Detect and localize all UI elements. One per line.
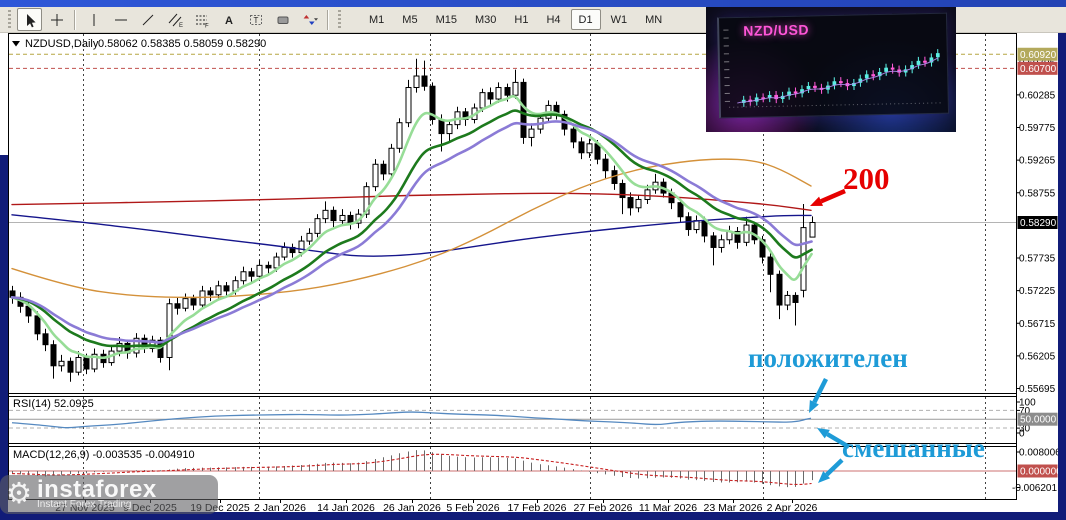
rsi-axis-label: 0 [1019,429,1025,440]
annotation-ma200: 200 [843,161,890,196]
label-icon: T [249,14,262,25]
shapes-tool-button[interactable] [270,8,295,31]
promo-inset-image: NZD/USD [706,7,956,132]
hline-icon [114,19,127,20]
price-axis-label: 0.59265 [1019,156,1056,167]
svg-text:T: T [253,16,258,25]
timeframe-M5-button[interactable]: M5 [394,9,425,30]
arrows-icon [303,14,318,25]
hline-tool-button[interactable] [108,8,133,31]
annotation-macd-mixed: смешанные [842,433,985,463]
macd-axis-label: -0.006201 [1012,483,1057,494]
timeframe-M1-button[interactable]: M1 [361,9,392,30]
price-badge: 0.60920 [1020,50,1057,61]
chart-ohlc-values: 0.58062 0.58385 0.58059 0.58290 [98,38,266,50]
price-axis-label: 0.57225 [1019,286,1056,297]
drawing-tools-toolbar: EFAT [3,8,346,31]
price-axis-label: 0.59775 [1019,123,1056,134]
macd-label: MACD(12,26,9) -0.003535 -0.004910 [13,449,195,461]
watermark: ⚙ instaforex Instant Forex Trading [0,475,218,514]
date-axis-label: 17 Feb 2026 [508,502,567,512]
channel-tool-button[interactable]: E [162,8,187,31]
timeframe-toolbar: M1 M5 M15 M30 H1 H4 D1 W1 MN [360,9,671,30]
date-axis-label: 27 Feb 2026 [574,502,633,512]
rsi-label: RSI(14) 52.0925 [13,398,94,410]
timeframe-H4-button[interactable]: H4 [538,9,568,30]
window-titlebar-strip [0,0,1066,7]
date-axis-label: 2 Apr 2026 [767,502,818,512]
toolbar-separator [74,9,76,30]
price-badge: 0.000000 [1020,467,1058,478]
fibonacci-icon: F [195,15,209,28]
annotation-rsi-positive: положителен [748,343,908,373]
price-axis-label: 0.55695 [1019,384,1056,395]
svg-text:A: A [225,15,233,27]
timeframe-M30-button[interactable]: M30 [467,9,504,30]
timeframe-MN-button[interactable]: MN [637,9,670,30]
crosshair-icon [50,13,63,26]
date-axis-label: 14 Jan 2026 [317,502,375,512]
price-axis-label: 0.56715 [1019,319,1056,330]
channel-icon: E [168,13,183,28]
date-axis-label: 5 Feb 2026 [446,502,499,512]
vline-icon [93,13,94,26]
timeframe-W1-button[interactable]: W1 [603,9,636,30]
price-axis-label: 0.60285 [1019,90,1056,101]
text-tool-button[interactable]: A [216,8,241,31]
date-axis-label: 26 Jan 2026 [383,502,441,512]
date-axis-label: 23 Mar 2026 [704,502,763,512]
cursor-tool-button[interactable] [17,8,42,31]
mt4-chart-window: EFAT M1 M5 M15 M30 H1 H4 D1 W1 MN NZDUSD,Daily 0.… [0,0,1066,520]
inset-pair-label: NZD/USD [743,21,810,39]
cursor-icon [26,13,36,27]
price-axis-label: 0.58755 [1019,188,1056,199]
date-axis-label: 11 Mar 2026 [639,502,697,512]
toolbar-separator [327,9,329,30]
toolbar-grip[interactable] [8,9,11,30]
toolbar-grip[interactable] [338,9,341,30]
gear-icon: ⚙ [6,478,32,510]
label-tool-button[interactable]: T [243,8,268,31]
chart-title: NZDUSD,Daily [25,38,99,50]
arrows-tool-button[interactable] [297,8,322,31]
trendline-tool-button[interactable] [135,8,160,31]
timeframe-M15-button[interactable]: M15 [428,9,465,30]
timeframe-H1-button[interactable]: H1 [506,9,536,30]
price-badge: 0.60700 [1020,64,1057,75]
price-badge: 50.0000 [1020,415,1057,426]
price-badge: 0.58290 [1020,218,1057,229]
price-axis-label: 0.57735 [1019,254,1056,265]
vline-tool-button[interactable] [81,8,106,31]
trendline-icon [142,14,153,25]
svg-text:E: E [179,23,183,28]
watermark-brand: instaforex [37,476,157,503]
svg-text:F: F [205,23,209,28]
date-axis-label: 2 Jan 2026 [254,502,306,512]
fibonacci-tool-button[interactable]: F [189,8,214,31]
price-axis-label: 0.56205 [1019,351,1056,362]
inset-screen-panel: NZD/USD [716,12,950,119]
macd-axis-label: 0.008006 [1019,448,1058,459]
text-icon: A [225,15,233,27]
left-margin [0,33,8,155]
crosshair-tool-button[interactable] [44,8,69,31]
timeframe-D1-button[interactable]: D1 [570,9,601,30]
shapes-icon [277,16,288,24]
